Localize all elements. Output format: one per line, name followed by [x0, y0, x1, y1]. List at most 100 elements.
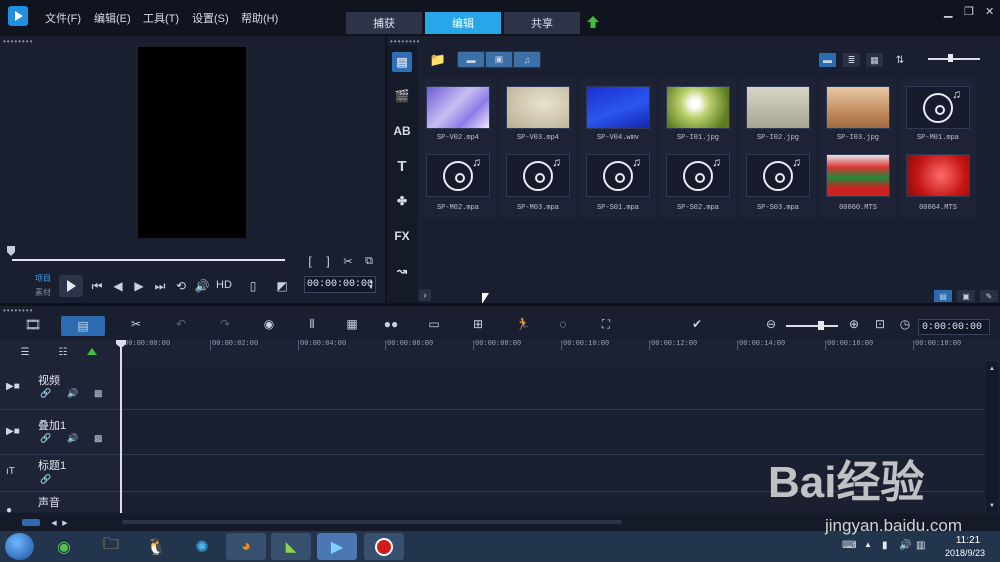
tab-capture[interactable]: 捕获 — [346, 12, 422, 34]
list-view-icon[interactable]: ≣ — [843, 53, 860, 67]
transition-category-icon[interactable]: AB — [392, 121, 412, 141]
menu-help[interactable]: 帮助(H) — [241, 10, 278, 26]
library-item[interactable]: ♫ SP-S02.mpa — [660, 148, 736, 218]
multi-camera-icon[interactable]: ⊞ — [469, 316, 487, 332]
thumb-size-slider[interactable] — [928, 58, 980, 60]
device-preview-icon[interactable]: ▯ — [246, 278, 260, 294]
file-explorer-icon[interactable]: 🗀 — [91, 533, 131, 560]
clock-time[interactable]: 11:21 — [948, 535, 988, 546]
time-remapping-icon[interactable]: 🏃 — [514, 316, 532, 332]
library-item[interactable]: SP-V02.mp4 — [420, 78, 496, 148]
clock-date[interactable]: 2018/9/23 — [935, 548, 995, 558]
library-item[interactable]: ♫ SP-S01.mpa — [580, 148, 656, 218]
zoom-slider-knob[interactable] — [818, 321, 824, 330]
playhead[interactable] — [120, 340, 122, 515]
scroll-up-icon[interactable]: ▲ — [988, 365, 996, 373]
enlarge-preview-icon[interactable]: ⧉ — [362, 254, 376, 268]
video-app-icon[interactable]: ◣ — [271, 533, 311, 560]
grid-view-icon[interactable]: ▦ — [866, 53, 883, 67]
library-grip[interactable]: •••••••• — [390, 37, 420, 46]
add-track-icon[interactable]: ☷ — [54, 346, 72, 358]
subtitle-editor-icon[interactable]: ▭ — [425, 316, 443, 332]
thumb-size-knob[interactable] — [948, 54, 953, 62]
videostudio-taskbar-icon[interactable]: ▶ — [317, 533, 357, 560]
menu-tools[interactable]: 工具(T) — [143, 10, 179, 26]
show-audio-icon[interactable]: ♫ — [514, 52, 540, 67]
network-tray-icon[interactable]: ▥ — [916, 540, 925, 551]
scroll-left-icon[interactable]: ◀ — [50, 518, 58, 527]
add-folder-icon[interactable]: 📁 — [428, 52, 448, 68]
library-item[interactable]: 00060.MTS — [820, 148, 896, 218]
scroll-right-icon[interactable]: ▶ — [61, 518, 69, 527]
track-visibility-icon[interactable]: ▩ — [94, 433, 103, 444]
library-item[interactable]: 00064.MTS — [900, 148, 976, 218]
aspect-ratio-icon[interactable]: ◩ — [275, 278, 289, 294]
library-item[interactable]: ♫ SP-M03.mpa — [500, 148, 576, 218]
link-icon[interactable]: 🔗 — [40, 474, 51, 485]
thumbnail-view-icon[interactable]: ▬ — [819, 53, 836, 67]
timeline-grip[interactable]: •••••••• — [3, 306, 33, 315]
redo-icon[interactable]: ↷ — [216, 316, 234, 332]
menu-settings[interactable]: 设置(S) — [192, 10, 229, 26]
go-start-icon[interactable]: ⏮ — [90, 278, 104, 294]
mode-project[interactable]: 项目 — [35, 273, 51, 284]
track-mute-icon[interactable]: 🔊 — [67, 388, 78, 399]
path-category-icon[interactable]: ↝ — [392, 261, 412, 281]
go-end-icon[interactable]: ⏭ — [153, 278, 167, 294]
timeline-fit-button[interactable] — [22, 519, 40, 526]
preview-timecode-field[interactable]: 00:00:00:00 — [304, 276, 376, 293]
timecode-spinner-icon[interactable]: ▲ ▼ — [367, 276, 375, 293]
previous-frame-icon[interactable]: ◀ — [111, 278, 125, 294]
library-item[interactable]: SP-V03.mp4 — [500, 78, 576, 148]
color-correction-icon[interactable]: ✔ — [688, 316, 706, 332]
mask-creator-icon[interactable]: ◌ — [554, 316, 572, 332]
library-item[interactable]: SP-I01.jpg — [660, 78, 736, 148]
scroll-down-icon[interactable]: ▼ — [988, 502, 996, 510]
mark-out-icon[interactable]: ] — [321, 254, 335, 268]
usb-tray-icon[interactable]: ▮ — [882, 540, 888, 551]
toolbar-customize-icon[interactable]: ✂ — [127, 316, 145, 332]
hd-toggle[interactable]: HD — [216, 279, 232, 291]
library-item[interactable]: ♫ SP-M02.mpa — [420, 148, 496, 218]
timeline-timecode-field[interactable]: 0:00:00:00 — [918, 319, 990, 335]
media-player-icon[interactable]: ✺ — [182, 533, 222, 560]
volume-tray-icon[interactable]: 🔊 — [899, 540, 911, 551]
expand-library-icon[interactable]: › — [419, 289, 431, 301]
play-button[interactable] — [59, 275, 83, 297]
volume-icon[interactable]: 🔊 — [195, 278, 210, 294]
panel-grip[interactable]: •••••••• — [3, 37, 33, 46]
minimize-button[interactable]: ▁ — [944, 5, 952, 18]
track-visibility-icon[interactable]: ▩ — [94, 388, 103, 399]
tab-edit[interactable]: 编辑 — [425, 12, 501, 34]
instant-project-icon[interactable]: 🎬 — [392, 86, 412, 106]
zoom-in-icon[interactable]: ⊕ — [845, 316, 863, 332]
repeat-icon[interactable]: ⟲ — [174, 278, 188, 294]
mode-clip[interactable]: 素材 — [35, 287, 51, 298]
library-item[interactable]: SP-I02.jpg — [740, 78, 816, 148]
timeline-vertical-scrollbar[interactable] — [986, 362, 998, 512]
link-icon[interactable]: 🔗 — [40, 388, 51, 399]
menu-file[interactable]: 文件(F) — [45, 10, 81, 26]
library-item[interactable]: SP-V04.wmv — [580, 78, 656, 148]
sound-mixer-icon[interactable]: ⫴ — [303, 316, 321, 332]
next-frame-icon[interactable]: ▶ — [132, 278, 146, 294]
fit-project-icon[interactable]: ⊡ — [871, 316, 889, 332]
show-video-icon[interactable]: ▬ — [458, 52, 484, 67]
timeline-view-icon[interactable]: ▤ — [61, 316, 105, 336]
menu-edit[interactable]: 编辑(E) — [94, 10, 131, 26]
record-capture-icon[interactable]: ◉ — [260, 316, 278, 332]
undo-icon[interactable]: ↶ — [172, 316, 190, 332]
library-options-icon[interactable]: ✎ — [980, 290, 998, 302]
auto-music-icon[interactable]: ▦ — [343, 316, 361, 332]
library-layout-icon[interactable]: ▤ — [934, 290, 952, 302]
qq-icon[interactable]: 🐧 — [136, 533, 176, 560]
zoom-out-icon[interactable]: ⊖ — [762, 316, 780, 332]
sort-icon[interactable]: ⇅ — [892, 52, 908, 68]
start-button[interactable] — [5, 533, 34, 560]
motion-tracking-icon[interactable]: ●● — [382, 316, 400, 332]
app-360-icon[interactable]: ◉ — [44, 533, 84, 560]
library-item[interactable]: ♫ SP-M01.mpa — [900, 78, 976, 148]
library-item[interactable]: SP-I03.jpg — [820, 78, 896, 148]
filter-category-icon[interactable]: FX — [392, 226, 412, 246]
preview-scrubber-track[interactable] — [12, 259, 285, 261]
